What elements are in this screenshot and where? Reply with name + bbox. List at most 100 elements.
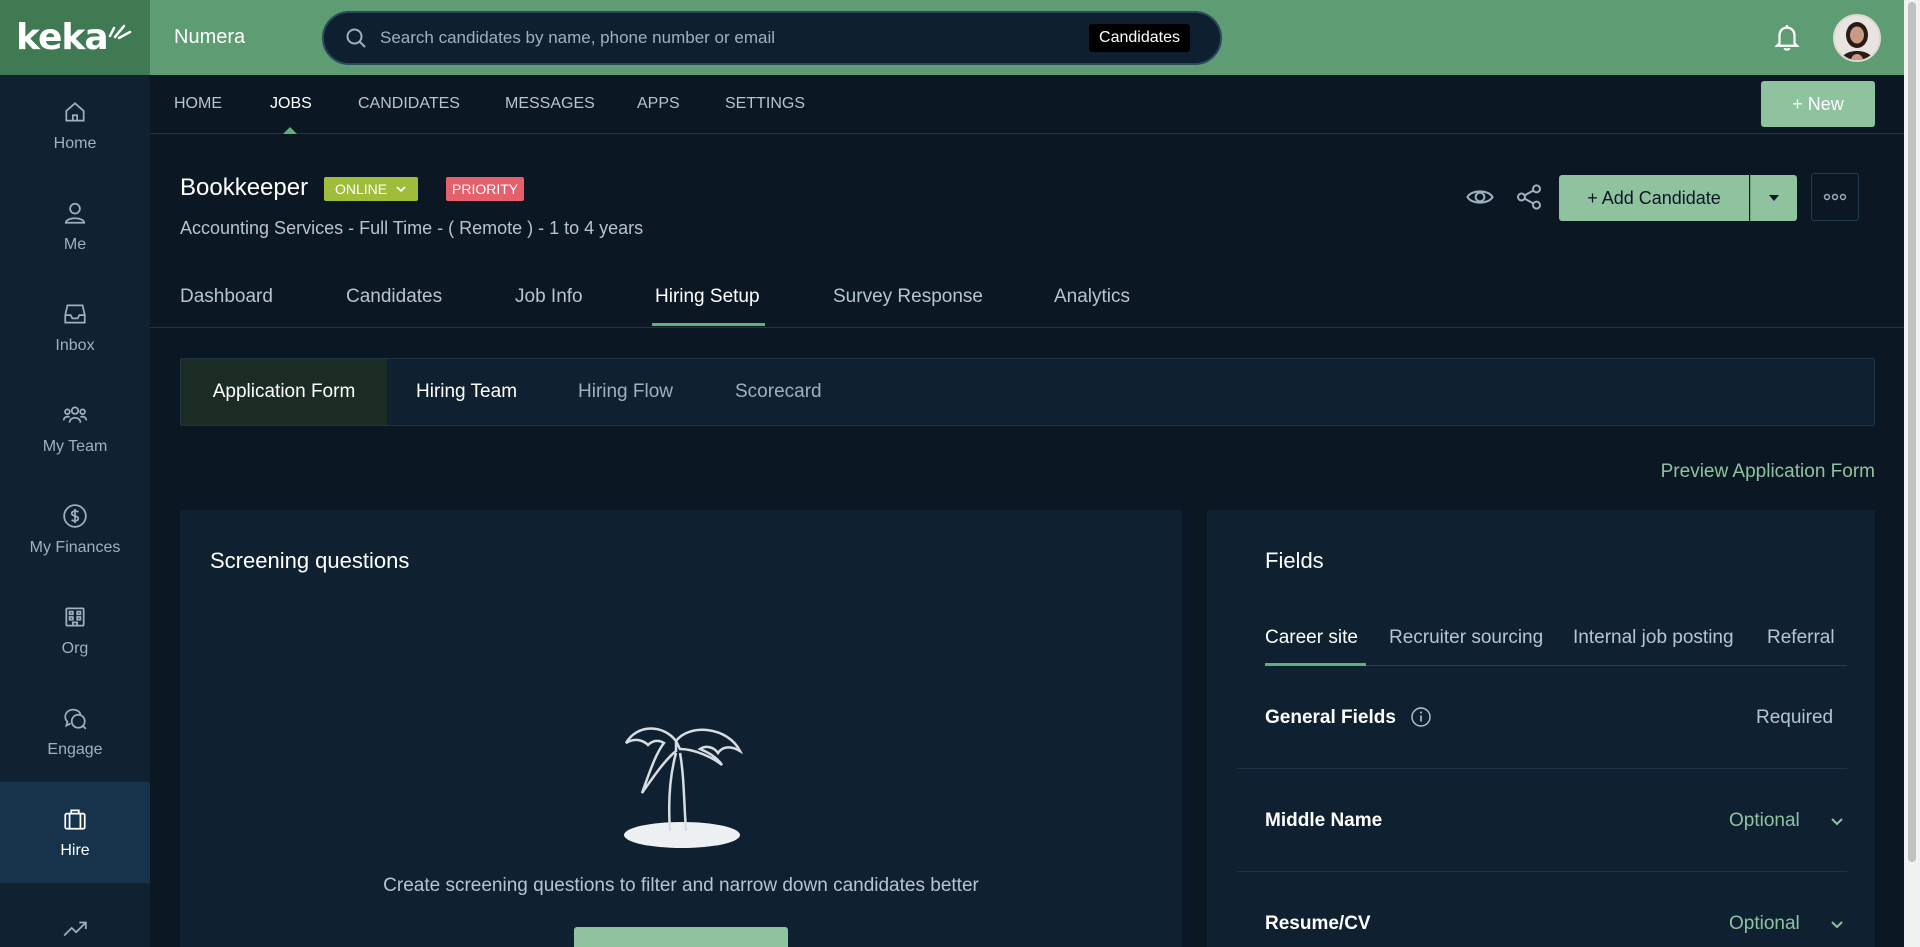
sidebar-item-label: Hire bbox=[60, 841, 90, 859]
resume-cv-dropdown[interactable] bbox=[1829, 916, 1845, 932]
share-button[interactable] bbox=[1514, 182, 1544, 212]
fields-panel: Fields Career site Recruiter sourcing In… bbox=[1207, 510, 1875, 947]
info-icon[interactable] bbox=[1410, 706, 1432, 728]
fields-tab-recruiter-sourcing[interactable]: Recruiter sourcing bbox=[1389, 627, 1543, 649]
logo-rays-icon bbox=[108, 24, 131, 39]
inbox-icon bbox=[64, 303, 86, 324]
nav-active-indicator bbox=[283, 127, 297, 134]
share-icon bbox=[1517, 184, 1541, 210]
sidebar-item-hire[interactable]: Hire bbox=[0, 782, 150, 883]
fields-tab-career-site[interactable]: Career site bbox=[1265, 627, 1358, 649]
logo-text: keka bbox=[16, 17, 109, 58]
tab-survey-response[interactable]: Survey Response bbox=[833, 286, 983, 308]
sidebar-item-label: Org bbox=[61, 639, 89, 657]
view-button[interactable] bbox=[1465, 182, 1495, 212]
top-bar: Numera Search candidates by name, phone … bbox=[150, 0, 1920, 75]
search-bar[interactable]: Search candidates by name, phone number … bbox=[322, 11, 1222, 65]
setup-subtabs: Application Form Hiring Team Hiring Flow… bbox=[180, 358, 1875, 426]
chevron-down-icon bbox=[396, 186, 406, 193]
island-illustration-icon bbox=[624, 727, 744, 848]
nav-settings[interactable]: SETTINGS bbox=[725, 95, 805, 113]
search-icon bbox=[346, 28, 366, 48]
tab-job-info[interactable]: Job Info bbox=[515, 286, 583, 308]
avatar-image bbox=[1835, 16, 1879, 60]
eye-icon bbox=[1466, 190, 1494, 204]
avatar[interactable] bbox=[1833, 14, 1881, 62]
sidebar-item-engage[interactable]: Engage bbox=[0, 681, 150, 782]
sidebar-item-label: Inbox bbox=[55, 336, 95, 354]
fields-title: Fields bbox=[1265, 548, 1324, 573]
home-icon bbox=[65, 101, 85, 122]
fields-tab-referral[interactable]: Referral bbox=[1767, 627, 1835, 649]
sidebar-item-label: Me bbox=[63, 235, 87, 253]
fields-tab-active-underline bbox=[1265, 663, 1366, 666]
more-options-button[interactable] bbox=[1811, 173, 1859, 221]
subtab-hiring-team[interactable]: Hiring Team bbox=[416, 359, 517, 425]
search-input[interactable]: Search candidates by name, phone number … bbox=[380, 28, 1089, 48]
user-icon bbox=[64, 202, 86, 224]
subtab-hiring-flow[interactable]: Hiring Flow bbox=[578, 359, 673, 425]
priority-badge: PRIORITY bbox=[446, 177, 525, 201]
add-candidate-button[interactable]: + Add Candidate bbox=[1559, 175, 1749, 221]
sidebar-item-me[interactable]: Me bbox=[0, 176, 150, 277]
job-subtitle: Accounting Services - Full Time - ( Remo… bbox=[180, 218, 644, 238]
tab-active-underline bbox=[652, 323, 765, 326]
company-name: Numera bbox=[174, 26, 246, 48]
tab-dashboard[interactable]: Dashboard bbox=[180, 286, 273, 308]
search-scope-button[interactable]: Candidates bbox=[1089, 24, 1190, 52]
sidebar-item-label: My Team bbox=[42, 437, 108, 455]
nav-candidates[interactable]: CANDIDATES bbox=[358, 95, 460, 113]
sidebar-item-label: My Finances bbox=[29, 538, 121, 556]
status-badge[interactable]: ONLINE bbox=[324, 177, 419, 201]
notifications-button[interactable] bbox=[1772, 22, 1802, 52]
screening-title: Screening questions bbox=[210, 548, 410, 573]
scrollbar-thumb[interactable] bbox=[1908, 2, 1916, 862]
subtab-scorecard[interactable]: Scorecard bbox=[735, 359, 822, 425]
trend-icon bbox=[63, 921, 87, 936]
middle-name-value[interactable]: Optional bbox=[1729, 810, 1800, 832]
sidebar-item-org[interactable]: Org bbox=[0, 580, 150, 681]
logo[interactable]: keka bbox=[0, 0, 150, 75]
sidebar-item-my-finances[interactable]: My Finances bbox=[0, 479, 150, 580]
tab-hiring-setup[interactable]: Hiring Setup bbox=[655, 286, 760, 308]
row-divider bbox=[1237, 871, 1847, 872]
preview-application-form-link[interactable]: Preview Application Form bbox=[1661, 461, 1875, 483]
resume-cv-value[interactable]: Optional bbox=[1729, 913, 1800, 935]
tab-analytics[interactable]: Analytics bbox=[1054, 286, 1130, 308]
subtab-application-form[interactable]: Application Form bbox=[181, 359, 387, 425]
chevron-down-icon bbox=[1831, 818, 1843, 826]
main-nav: HOME JOBS CANDIDATES MESSAGES APPS SETTI… bbox=[150, 75, 1920, 134]
create-question-button[interactable] bbox=[574, 927, 788, 947]
building-icon bbox=[65, 606, 85, 627]
screening-questions-panel: Screening questions Create screening que… bbox=[180, 510, 1182, 947]
more-icon bbox=[1823, 193, 1847, 201]
chat-icon bbox=[64, 708, 87, 729]
new-button[interactable]: + New bbox=[1761, 81, 1875, 127]
add-candidate-dropdown[interactable] bbox=[1750, 175, 1797, 221]
job-tabs: Dashboard Candidates Job Info Hiring Set… bbox=[150, 270, 1920, 328]
status-label: ONLINE bbox=[335, 181, 388, 197]
sidebar-item-performance[interactable] bbox=[0, 883, 150, 947]
empty-state-text: Create screening questions to filter and… bbox=[383, 875, 979, 896]
sidebar-item-label: Home bbox=[53, 134, 97, 152]
middle-name-label: Middle Name bbox=[1265, 810, 1383, 831]
nav-messages[interactable]: MESSAGES bbox=[505, 95, 595, 113]
fields-tab-internal-job-posting[interactable]: Internal job posting bbox=[1573, 627, 1734, 649]
briefcase-icon bbox=[64, 808, 86, 830]
general-fields-label: General Fields bbox=[1265, 707, 1396, 728]
sidebar-item-inbox[interactable]: Inbox bbox=[0, 277, 150, 378]
nav-jobs[interactable]: JOBS bbox=[270, 95, 312, 113]
caret-down-icon bbox=[1769, 195, 1779, 201]
nav-home[interactable]: HOME bbox=[174, 95, 222, 113]
middle-name-dropdown[interactable] bbox=[1829, 813, 1845, 829]
dollar-icon bbox=[63, 503, 87, 528]
scrollbar[interactable] bbox=[1904, 0, 1920, 947]
sidebar-item-label: Engage bbox=[47, 740, 103, 758]
nav-apps[interactable]: APPS bbox=[637, 95, 680, 113]
tab-candidates[interactable]: Candidates bbox=[346, 286, 442, 308]
team-icon bbox=[62, 406, 88, 423]
sidebar: keka Home Me Inbox My Team My Finances O… bbox=[0, 0, 150, 947]
job-title: Bookkeeper bbox=[180, 174, 309, 201]
sidebar-item-my-team[interactable]: My Team bbox=[0, 378, 150, 479]
sidebar-item-home[interactable]: Home bbox=[0, 75, 150, 176]
